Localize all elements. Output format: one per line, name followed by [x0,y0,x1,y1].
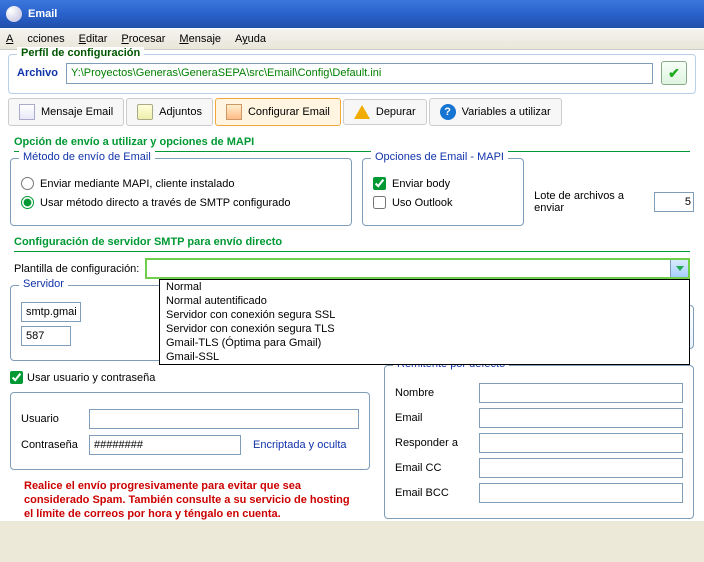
tabbar: Mensaje Email Adjuntos Configurar Email … [8,98,696,126]
checkbox-uso-outlook[interactable] [373,196,386,209]
nombre-input[interactable] [479,383,683,403]
email-label: Email [395,412,473,424]
opt-gmail-ssl[interactable]: Gmail-SSL [160,350,689,364]
opt-ssl[interactable]: Servidor con conexión segura SSL [160,308,689,322]
servidor-legend: Servidor [19,278,68,290]
tab-mensaje-email[interactable]: Mensaje Email [8,98,124,126]
cc-label: Email CC [395,462,473,474]
tab-configurar-label: Configurar Email [248,106,330,118]
lote-input[interactable] [654,192,694,212]
responder-label: Responder a [395,437,473,449]
window-titlebar: Email [0,0,704,28]
responder-input[interactable] [479,433,683,453]
lote-row: Lote de archivos a enviar [534,190,694,214]
checkbox-enviar-body-label: Enviar body [392,178,450,190]
mail-icon [19,104,35,120]
plantilla-dropdown: Normal Normal autentificado Servidor con… [159,279,690,365]
profile-group: Perfíl de configuración Archivo ✔ [8,54,696,94]
usuario-label: Usuario [21,413,83,425]
fieldset-credentials: Usuario Contraseña Encriptada y oculta [10,392,370,470]
fieldset-remitente: Remitente por defecto Nombre Email Respo… [384,365,694,519]
radio-smtp-label: Usar método directo a través de SMTP con… [40,197,290,209]
config-path-input[interactable] [66,63,653,84]
tab-adjuntos[interactable]: Adjuntos [126,98,213,126]
radio-mapi-label: Enviar mediante MAPI, cliente instalado [40,178,234,190]
plantilla-label: Plantilla de configuración: [14,263,139,275]
radio-mapi[interactable] [21,177,34,190]
confirm-button[interactable]: ✔ [661,61,687,85]
metodo-legend: Método de envío de Email [19,151,155,163]
menu-editar[interactable]: Editar [79,33,108,45]
fieldset-metodo-envio: Método de envío de Email Enviar mediante… [10,158,352,226]
cred-note: Encriptada y oculta [253,439,347,451]
opt-gmail-tls[interactable]: Gmail-TLS (Óptima para Gmail) [160,336,689,350]
chevron-down-icon[interactable] [670,260,688,277]
archivo-label: Archivo [17,67,58,79]
tab-variables[interactable]: ? Variables a utilizar [429,98,562,126]
radio-smtp[interactable] [21,196,34,209]
plantilla-row: Plantilla de configuración: Normal Norma… [14,258,690,279]
section-smtp-title: Configuración de servidor SMTP para enví… [14,236,690,252]
tab-adjuntos-label: Adjuntos [159,106,202,118]
menu-acciones[interactable]: Acciones [6,33,65,45]
opt-normal-auth[interactable]: Normal autentificado [160,294,689,308]
window-title: Email [28,8,57,20]
smtp-port-input[interactable] [21,326,71,346]
tab-depurar[interactable]: Depurar [343,99,427,125]
contrasena-label: Contraseña [21,439,83,451]
menu-mensaje[interactable]: Mensaje [179,33,221,45]
tab-configurar-email[interactable]: Configurar Email [215,98,341,126]
opt-normal[interactable]: Normal [160,280,689,294]
attachment-icon [137,104,153,120]
opt-tls[interactable]: Servidor con conexión segura TLS [160,322,689,336]
wrench-icon [226,104,242,120]
tab-mensaje-label: Mensaje Email [41,106,113,118]
bcc-label: Email BCC [395,487,473,499]
app-icon [6,6,22,22]
checkbox-usar-usuario[interactable] [10,371,23,384]
smtp-host-input[interactable] [21,302,81,322]
checkbox-enviar-body[interactable] [373,177,386,190]
email-input[interactable] [479,408,683,428]
help-icon: ? [440,104,456,120]
section-mapi-title: Opción de envío a utilizar y opciones de… [14,136,690,152]
lote-label: Lote de archivos a enviar [534,190,648,214]
usuario-input[interactable] [89,409,359,429]
menu-ayuda[interactable]: Ayuda [235,33,266,45]
menu-procesar[interactable]: Procesar [121,33,165,45]
warning-icon [354,105,370,119]
mapi-opts-legend: Opciones de Email - MAPI [371,151,508,163]
tab-variables-label: Variables a utilizar [462,106,551,118]
tab-depurar-label: Depurar [376,106,416,118]
spam-warning: Realice el envío progresivamente para ev… [24,480,356,521]
checkbox-uso-outlook-label: Uso Outlook [392,197,453,209]
bcc-input[interactable] [479,483,683,503]
nombre-label: Nombre [395,387,473,399]
cc-input[interactable] [479,458,683,478]
contrasena-input[interactable] [89,435,241,455]
checkbox-usar-usuario-label: Usar usuario y contraseña [27,372,155,384]
profile-legend: Perfíl de configuración [17,47,144,59]
plantilla-combo[interactable] [145,258,690,279]
fieldset-mapi-opts: Opciones de Email - MAPI Enviar body Uso… [362,158,524,226]
